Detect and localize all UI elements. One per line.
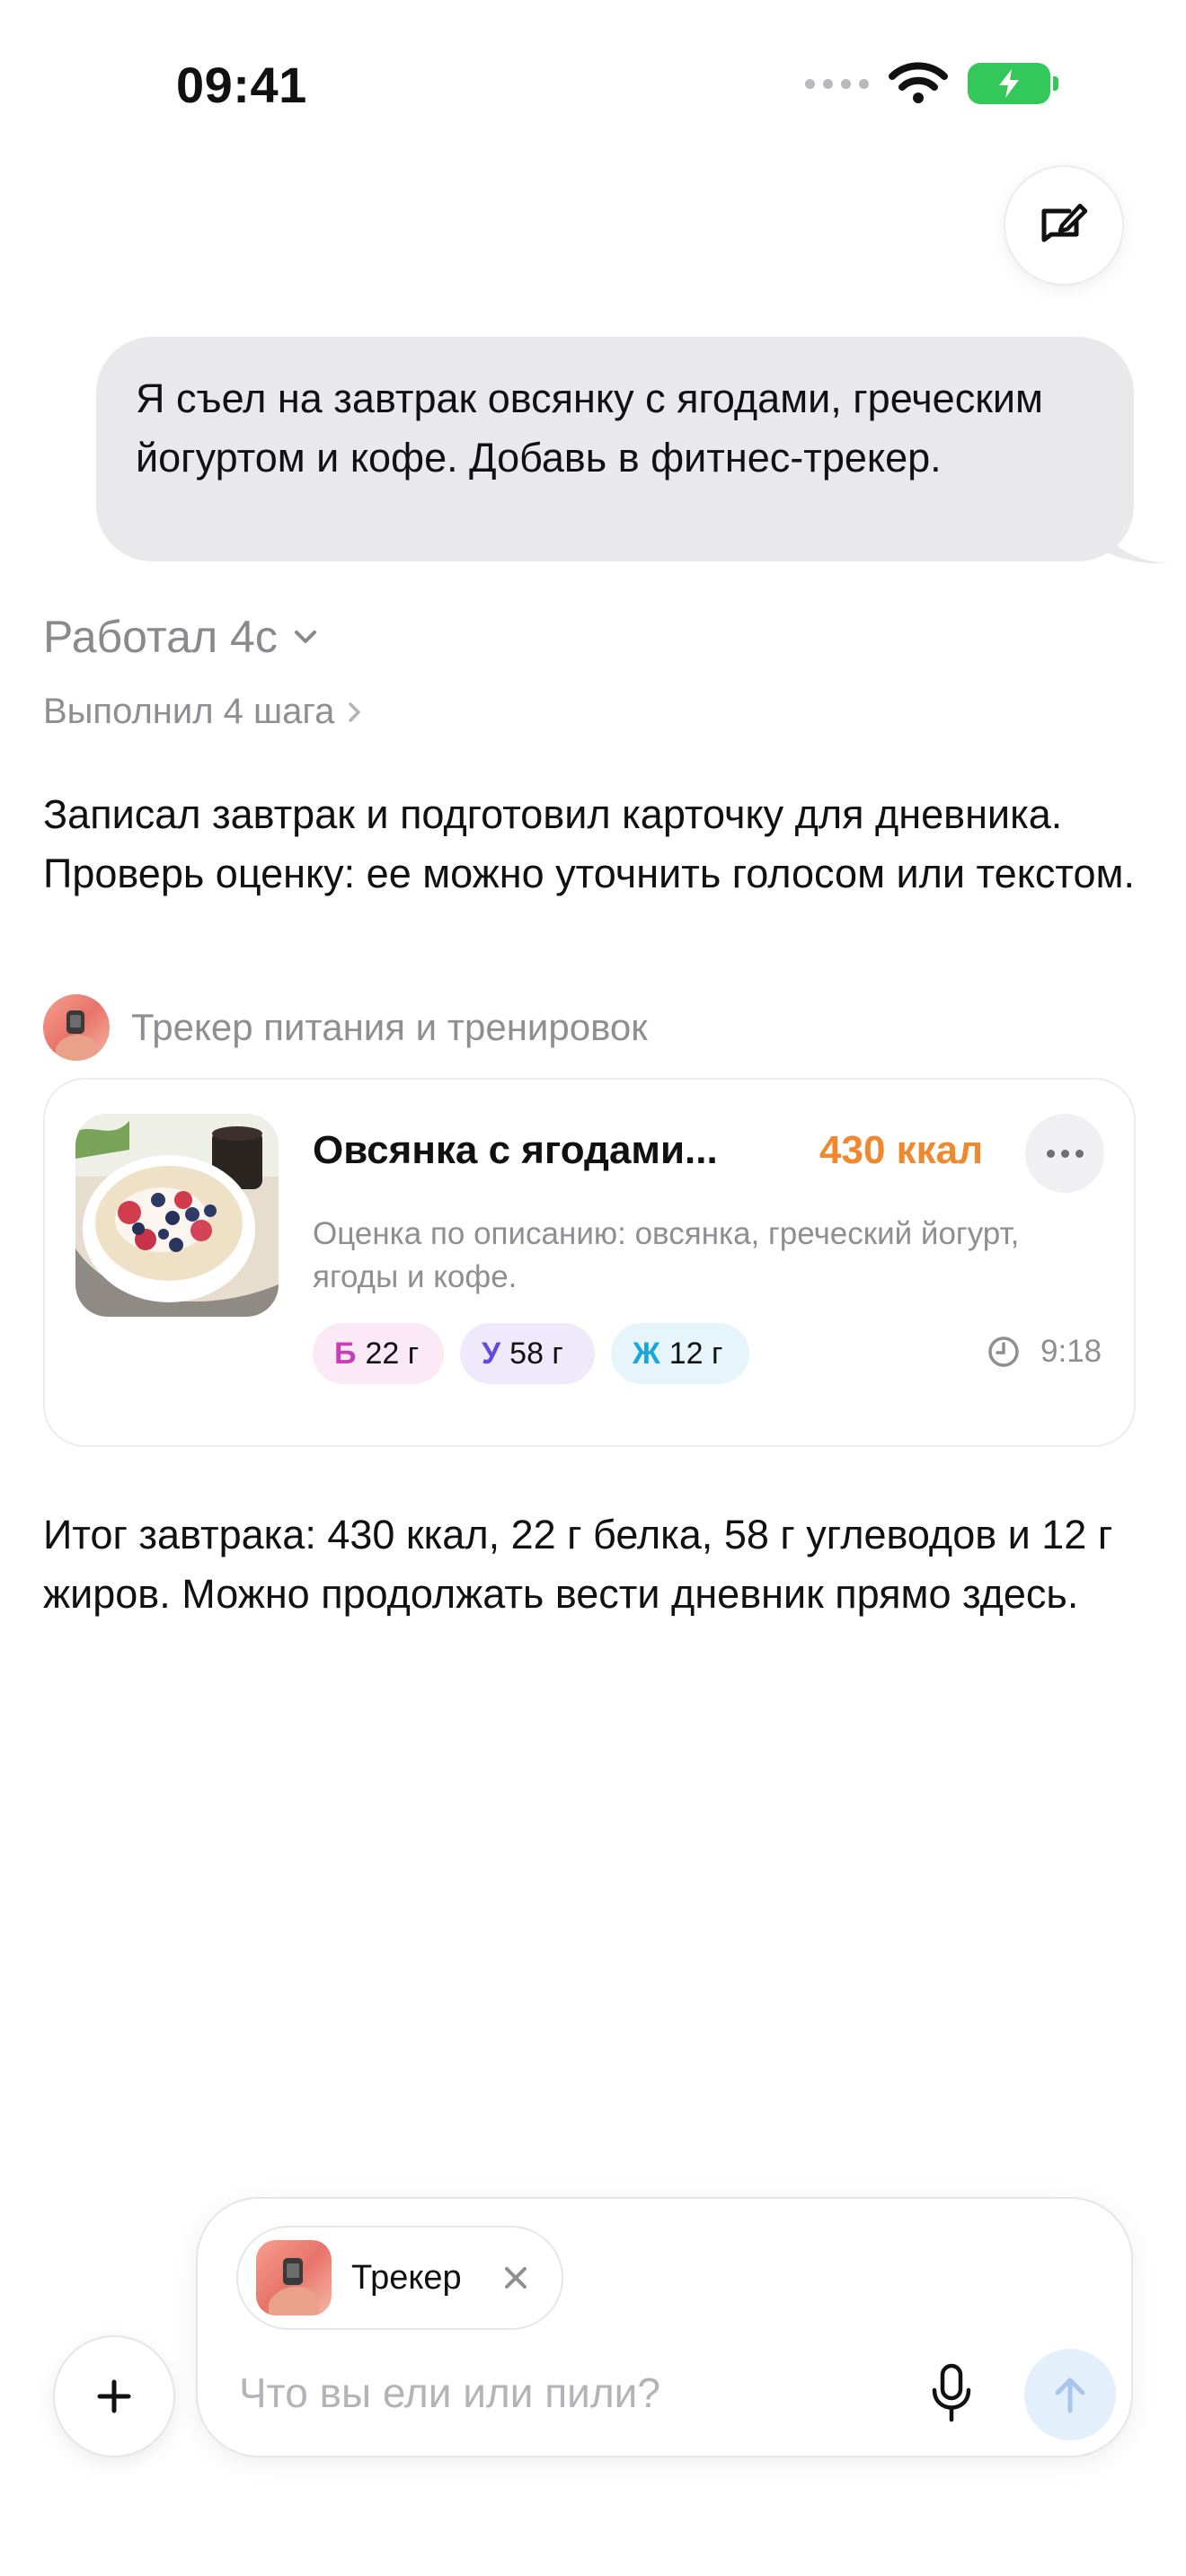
macro-fat-value: 12 г	[668, 1336, 723, 1371]
battery-icon	[968, 63, 1058, 104]
assistant-reply-intro: Записал завтрак и подготовил карточку дл…	[43, 791, 1135, 896]
status-indicators	[805, 61, 1058, 106]
macro-carbs: У 58 г	[460, 1323, 595, 1384]
arrow-up-icon	[1055, 2378, 1085, 2413]
more-icon	[1046, 1149, 1055, 1158]
tracker-chip[interactable]: Трекер	[236, 2226, 563, 2330]
voice-input-button[interactable]	[924, 2359, 979, 2427]
macro-protein: Б 22 г	[313, 1323, 444, 1384]
status-time: 09:41	[176, 57, 307, 113]
compose-icon	[1041, 203, 1088, 243]
send-button[interactable]	[1024, 2349, 1116, 2440]
food-title: Овсянка с ягодами...	[313, 1128, 718, 1172]
meal-time-value: 9:18	[1040, 1334, 1102, 1369]
bubble-tail	[1096, 516, 1168, 564]
steps-link[interactable]: Выполнил 4 шага	[43, 692, 365, 732]
macro-carbs-value: 58 г	[509, 1336, 563, 1371]
tracker-avatar	[43, 994, 110, 1061]
new-chat-button[interactable]	[1004, 165, 1124, 286]
chevron-right-icon	[349, 701, 361, 722]
clock-icon	[988, 1337, 1019, 1367]
tracker-chip-label: Трекер	[351, 2258, 462, 2297]
food-kcal: 430 ккал	[819, 1128, 984, 1172]
meal-time: 9:18	[987, 1334, 1102, 1370]
assistant-reply-summary: Итог завтрака: 430 ккал, 22 г белка, 58 …	[43, 1512, 1113, 1617]
plus-icon	[97, 2379, 131, 2413]
worked-toggle[interactable]: Работал 4с	[43, 611, 321, 663]
worked-label: Работал 4с	[43, 612, 278, 662]
tracker-attribution[interactable]: Трекер питания и тренировок	[43, 994, 648, 1061]
remove-tracker-button[interactable]	[501, 2263, 530, 2292]
macro-fat-key: Ж	[633, 1336, 660, 1371]
wifi-icon	[889, 62, 948, 103]
user-message-bubble: Я съел на завтрак овсянку с ягодами, гре…	[96, 337, 1134, 561]
message-input[interactable]	[239, 2357, 886, 2429]
food-description: Оценка по описанию: овсянка, греческий й…	[313, 1216, 1020, 1294]
macro-fat: Ж 12 г	[611, 1323, 749, 1384]
more-button[interactable]	[1025, 1114, 1104, 1193]
food-photo	[75, 1114, 279, 1317]
macro-protein-value: 22 г	[365, 1336, 420, 1371]
cellular-signal-icon	[805, 78, 869, 89]
tracker-chip-avatar	[256, 2240, 332, 2316]
tracker-name: Трекер питания и тренировок	[131, 1006, 648, 1048]
add-attachment-button[interactable]	[53, 2335, 175, 2457]
macro-carbs-key: У	[482, 1336, 501, 1371]
chevron-down-icon	[294, 631, 316, 643]
microphone-icon	[932, 2363, 971, 2422]
macro-protein-key: Б	[334, 1336, 357, 1371]
steps-label: Выполнил 4 шага	[43, 692, 335, 731]
close-icon	[504, 2267, 527, 2289]
